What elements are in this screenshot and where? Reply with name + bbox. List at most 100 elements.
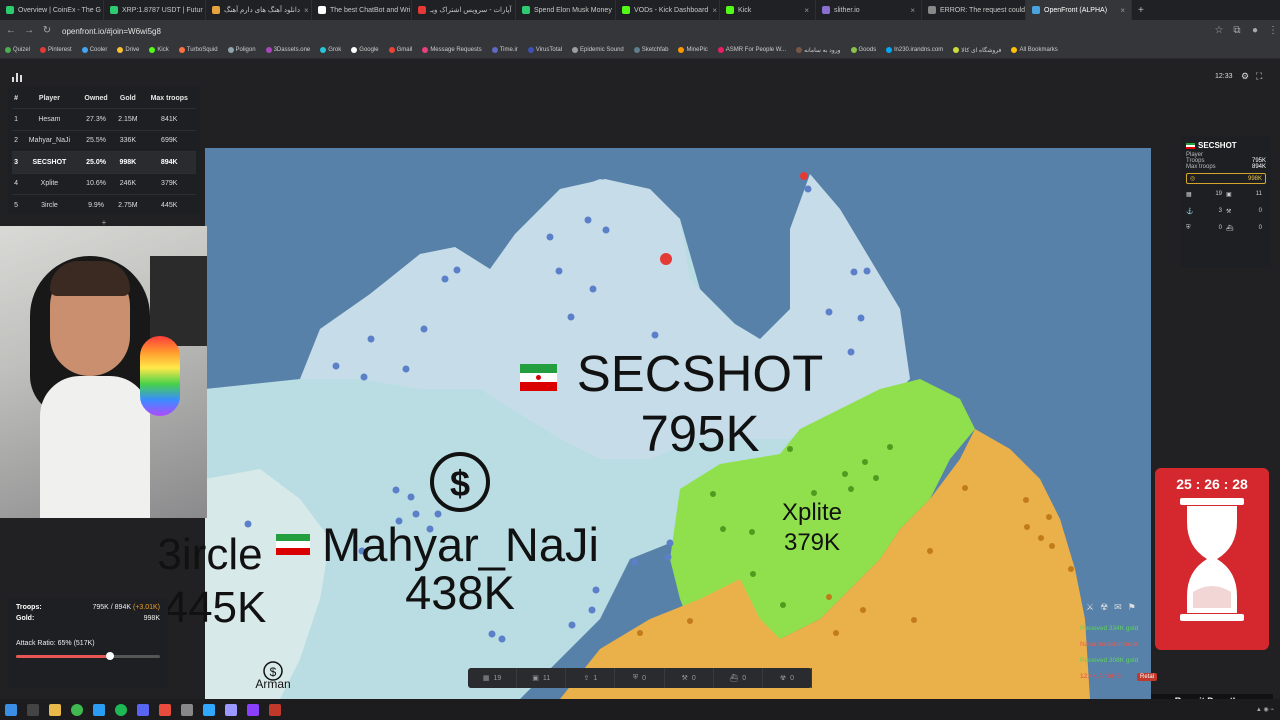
build-silo-button[interactable]: ⚒ 0: [665, 668, 714, 688]
browser-tab[interactable]: ERROR: The request could×: [922, 0, 1026, 20]
browser-tab[interactable]: The best ChatBot and Wri×: [312, 0, 412, 20]
bookmark-item[interactable]: ورود به سامانه: [791, 47, 845, 54]
browser-tab[interactable]: XRP:1.8787 USDT | Futur×: [104, 0, 206, 20]
tab-label: Overview | CoinEx - The G: [18, 6, 101, 14]
bookmark-item[interactable]: Time.ir: [487, 47, 523, 53]
browser-tab[interactable]: VODs - Kick Dashboard ×: [616, 0, 720, 20]
leaderboard-icon[interactable]: [12, 72, 22, 82]
tab-close-icon[interactable]: ×: [910, 6, 915, 15]
extensions-icon[interactable]: ⧉: [1230, 24, 1244, 38]
leaderboard-row[interactable]: 1 Hesam 27.3% 2.15M 841K: [12, 108, 196, 130]
build-warship-button[interactable]: ⛴ 0: [714, 668, 763, 688]
attack-ratio-fill: [16, 655, 110, 658]
chrome-icon[interactable]: [71, 703, 83, 716]
search-icon[interactable]: [27, 703, 39, 716]
browser-tab[interactable]: دانلود آهنگ های دارم آهنگ ×: [206, 0, 312, 20]
leaderboard-cell-player: Xplite: [20, 172, 79, 195]
profile-icon[interactable]: ●: [1248, 24, 1262, 38]
spotify-icon[interactable]: [115, 703, 127, 716]
app-icon[interactable]: [159, 703, 171, 716]
new-tab-button[interactable]: +: [1132, 5, 1150, 16]
tab-label: The best ChatBot and Wri: [330, 6, 411, 14]
bookmark-item[interactable]: Pinterest: [35, 47, 77, 53]
bookmark-item[interactable]: Goods: [846, 47, 882, 53]
browser-tab[interactable]: slither.io ×: [816, 0, 922, 20]
forward-icon[interactable]: →: [22, 24, 36, 38]
browser-tab[interactable]: Overview | CoinEx - The G×: [0, 0, 104, 20]
tab-favicon-icon: [726, 6, 734, 14]
tab-close-icon[interactable]: ×: [1120, 6, 1125, 15]
leaderboard-row[interactable]: 3 SECSHOT 25.0% 998K 894K: [12, 151, 196, 173]
secshot-map-name: SECSHOT: [576, 345, 824, 402]
bookmark-item[interactable]: VirusTotal: [523, 47, 567, 53]
bookmark-item[interactable]: Google: [346, 47, 383, 53]
bookmark-label: ln230.irandns.com: [894, 47, 944, 53]
url-field[interactable]: openfront.io/#join=W6wi5g8: [62, 27, 1208, 36]
bookmark-item[interactable]: All Bookmarks: [1006, 47, 1062, 53]
build-city-button[interactable]: ▦ 19: [468, 668, 518, 688]
app-icon[interactable]: [247, 703, 259, 716]
app-icon[interactable]: [269, 703, 281, 716]
fullscreen-icon[interactable]: ⛶: [1256, 71, 1262, 82]
leaderboard-row[interactable]: 2 Mahyar_NaJi 25.5% 336K 699K: [12, 129, 196, 152]
leaderboard-header[interactable]: Gold: [113, 88, 142, 109]
handshake-icon[interactable]: ⚑: [1128, 602, 1136, 613]
bookmark-item[interactable]: 3Dassets.one: [261, 47, 316, 53]
bookmark-item[interactable]: Sketchfab: [629, 47, 674, 53]
bookmark-item[interactable]: Kick: [144, 47, 173, 53]
bookmark-item[interactable]: ln230.irandns.com: [881, 47, 948, 53]
game-area[interactable]: $ $ SECSHOT 795K Mahyar_NaJi 438K Xplite…: [0, 59, 1280, 699]
attack-ratio-handle[interactable]: [105, 652, 114, 660]
tab-close-icon[interactable]: ×: [804, 6, 809, 15]
menu-icon[interactable]: ⋮: [1266, 24, 1280, 38]
leaderboard-row[interactable]: 4 Xplite 10.6% 246K 379K: [12, 172, 196, 195]
browser-tab[interactable]: Spend Elon Musk Money×: [516, 0, 616, 20]
build-bomb-button[interactable]: ☢ 0: [763, 668, 812, 688]
photoshop-icon[interactable]: [203, 703, 215, 716]
browser-tab[interactable]: Kick ×: [720, 0, 816, 20]
bookmark-item[interactable]: TurboSquid: [174, 47, 223, 53]
reload-icon[interactable]: ↻: [40, 24, 54, 38]
bookmark-item[interactable]: ASMR For People W...: [713, 47, 791, 53]
bookmark-item[interactable]: Cooler: [77, 47, 113, 53]
leaderboard-header[interactable]: Owned: [79, 88, 113, 109]
app-icon[interactable]: [181, 703, 193, 716]
bookmark-item[interactable]: Message Requests: [417, 47, 486, 53]
build-defense-button[interactable]: ⛨ 0: [615, 668, 665, 688]
bookmark-item[interactable]: Gmail: [384, 47, 418, 53]
max-troops-label: Max troops: [1186, 164, 1216, 170]
attack-ratio-slider[interactable]: [16, 652, 160, 660]
browser-tab[interactable]: OpenFront (ALPHA) ×: [1026, 0, 1132, 20]
discord-icon[interactable]: [137, 703, 149, 716]
premiere-icon[interactable]: [225, 703, 237, 716]
star-icon[interactable]: ☆: [1212, 24, 1226, 38]
settings-gear-icon[interactable]: ⚙: [1241, 71, 1249, 82]
bookmark-item[interactable]: فروشگاه ای کالا: [948, 47, 1006, 54]
file-explorer-icon[interactable]: [49, 703, 61, 716]
tab-close-icon[interactable]: ×: [304, 6, 309, 15]
leaderboard-header[interactable]: #: [12, 88, 20, 109]
city-count: 19: [1215, 191, 1222, 197]
bookmark-item[interactable]: Epidemic Sound: [567, 47, 629, 53]
leaderboard-header[interactable]: Player: [20, 88, 79, 109]
bookmark-item[interactable]: Quizel: [0, 47, 35, 53]
retaliate-button[interactable]: Retal: [1137, 673, 1158, 681]
warship-icon: ⛴: [729, 675, 739, 682]
build-port-button[interactable]: ▣ 11: [517, 668, 567, 688]
sword-icon[interactable]: ⚔: [1086, 602, 1094, 613]
build-missile-button[interactable]: ⇪ 1: [566, 668, 616, 688]
bookmark-item[interactable]: Grok: [315, 47, 346, 53]
bookmark-item[interactable]: Drive: [112, 47, 144, 53]
back-icon[interactable]: ←: [4, 24, 18, 38]
bookmark-label: Time.ir: [499, 47, 518, 53]
leaderboard-row[interactable]: 5 3ircle 9.9% 2.75M 445K: [12, 194, 196, 216]
chat-icon[interactable]: ✉: [1114, 602, 1122, 613]
bookmark-item[interactable]: Poligon: [223, 47, 261, 53]
leaderboard-header[interactable]: Max troops: [142, 88, 196, 109]
radiation-icon[interactable]: ☢: [1100, 602, 1108, 613]
browser-tab[interactable]: آپارات - سرویس اشتراک ویـ×: [412, 0, 516, 20]
telegram-icon[interactable]: [93, 703, 105, 716]
windows-start-icon[interactable]: [5, 703, 17, 716]
bookmark-item[interactable]: MinePic: [673, 47, 712, 53]
tab-close-icon[interactable]: ×: [712, 6, 717, 15]
